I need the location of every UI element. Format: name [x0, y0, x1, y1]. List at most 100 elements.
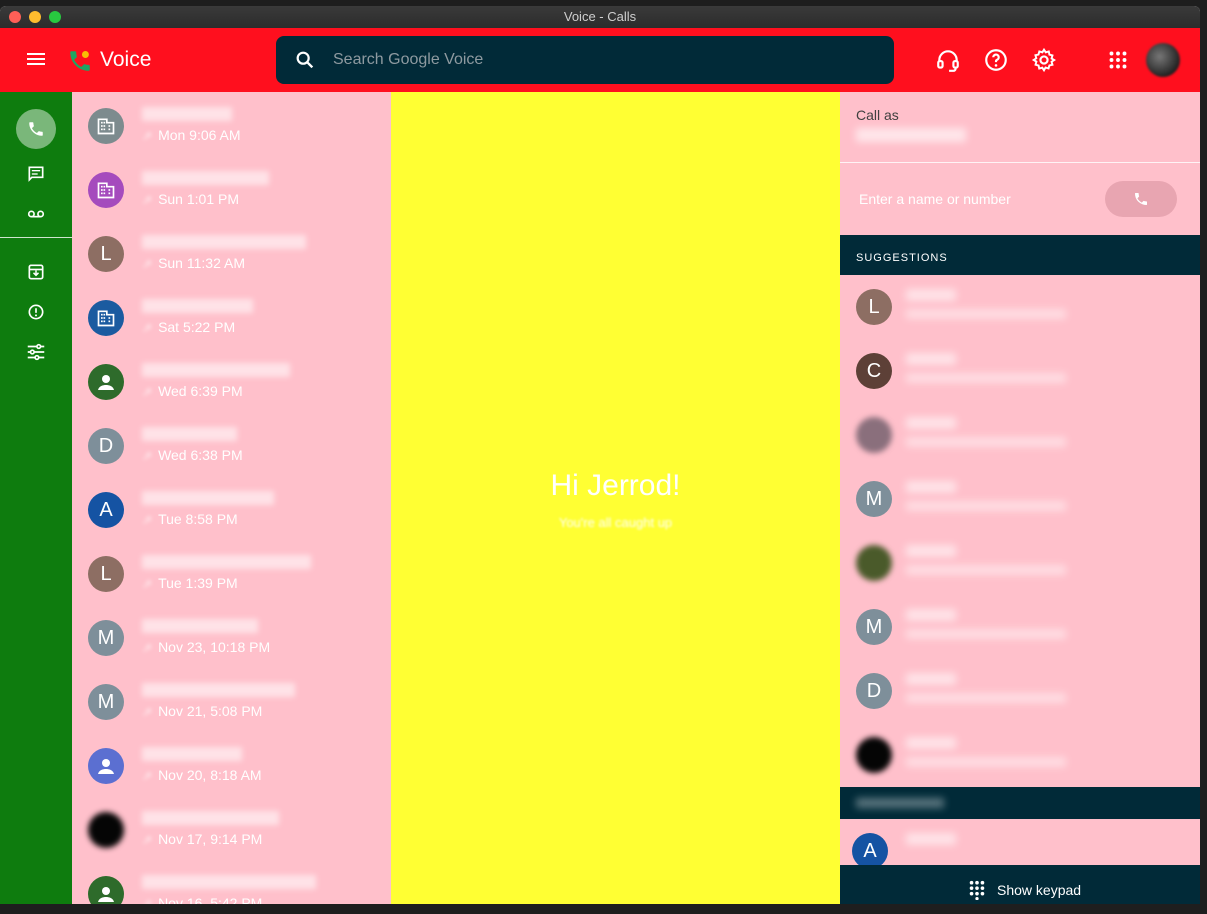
call-row[interactable]: ↗ Nov 17, 9:14 PM — [72, 796, 391, 860]
suggestion-name — [906, 737, 956, 749]
suggestion-row[interactable] — [840, 531, 1200, 595]
call-row[interactable]: D ↗ Wed 6:38 PM — [72, 412, 391, 476]
person-icon — [88, 876, 124, 904]
avatar-letter: M — [856, 481, 892, 517]
tune-icon — [27, 343, 45, 361]
avatar-letter: M — [88, 620, 124, 656]
suggestion-row[interactable] — [840, 723, 1200, 787]
call-row[interactable]: ↗ Mon 9:06 AM — [72, 92, 391, 156]
account-avatar[interactable] — [1146, 43, 1180, 77]
call-time: ↗ Nov 21, 5:08 PM — [142, 703, 262, 719]
call-time-text: Sun 11:32 AM — [158, 255, 245, 271]
minimize-window-button[interactable] — [29, 11, 41, 23]
call-row[interactable]: M ↗ Nov 21, 5:08 PM — [72, 668, 391, 732]
nav-messages[interactable] — [16, 154, 56, 194]
suggestion-name — [906, 545, 956, 557]
call-time: ↗ Wed 6:38 PM — [142, 447, 243, 463]
call-time: ↗ Sat 5:22 PM — [142, 319, 235, 335]
call-direction-icon: ↗ — [142, 321, 153, 335]
window-title: Voice - Calls — [563, 9, 637, 24]
nav-voicemail[interactable] — [16, 194, 56, 234]
suggestion-number — [906, 501, 1066, 511]
call-time: ↗ Tue 8:58 PM — [142, 511, 238, 527]
avatar-letter: A — [852, 833, 888, 869]
apps-icon[interactable] — [1105, 47, 1131, 73]
person-icon — [88, 748, 124, 784]
call-row[interactable]: M ↗ Nov 23, 10:18 PM — [72, 604, 391, 668]
dial-input[interactable]: Enter a name or number — [859, 191, 1011, 207]
dialer-panel: Call as Enter a name or number SUGGESTIO… — [840, 92, 1200, 904]
suggestion-number — [906, 565, 1066, 575]
call-button[interactable] — [1105, 181, 1177, 217]
avatar-letter: D — [88, 428, 124, 464]
call-contact-name — [142, 811, 279, 825]
avatar-letter: D — [856, 673, 892, 709]
call-row[interactable]: ↗ Nov 20, 8:18 AM — [72, 732, 391, 796]
headset-icon[interactable] — [935, 47, 961, 73]
zoom-window-button[interactable] — [49, 11, 61, 23]
avatar-photo — [856, 737, 892, 773]
close-window-button[interactable] — [9, 11, 21, 23]
suggestion-row[interactable]: C — [840, 339, 1200, 403]
call-direction-icon: ↗ — [142, 385, 153, 399]
call-time-text: Nov 16, 5:42 PM — [158, 895, 263, 904]
call-time: ↗ Sun 11:32 AM — [142, 255, 245, 271]
nav-settings[interactable] — [16, 332, 56, 372]
call-direction-icon: ↗ — [142, 193, 153, 207]
call-time-text: Nov 20, 8:18 AM — [158, 767, 262, 783]
avatar-letter: M — [856, 609, 892, 645]
show-keypad-button[interactable]: Show keypad — [840, 865, 1200, 904]
search-input[interactable]: Search Google Voice — [333, 50, 483, 70]
menu-icon[interactable] — [24, 50, 48, 70]
dialpad-icon — [969, 880, 985, 900]
call-direction-icon: ↗ — [142, 705, 153, 719]
suggestion-row[interactable]: L — [840, 275, 1200, 339]
call-row[interactable]: ↗ Nov 16, 5:42 PM — [72, 860, 391, 904]
call-row[interactable]: ↗ Wed 6:39 PM — [72, 348, 391, 412]
call-contact-name — [142, 235, 306, 249]
call-contact-name — [142, 683, 295, 697]
call-row[interactable]: L ↗ Tue 1:39 PM — [72, 540, 391, 604]
call-time: ↗ Nov 23, 10:18 PM — [142, 639, 270, 655]
call-as-number[interactable] — [856, 128, 966, 142]
nav-calls[interactable] — [16, 109, 56, 149]
call-direction-icon: ↗ — [142, 449, 153, 463]
call-as-label: Call as — [856, 107, 899, 123]
spam-icon — [28, 304, 44, 320]
suggestion-row[interactable]: M — [840, 467, 1200, 531]
top-app-bar: Voice Search Google Voice — [0, 28, 1200, 92]
call-contact-name — [142, 107, 232, 121]
person-icon — [88, 364, 124, 400]
title-bar: Voice - Calls — [0, 6, 1200, 28]
call-time-text: Nov 17, 9:14 PM — [158, 831, 263, 847]
suggestion-number — [906, 437, 1066, 447]
settings-icon[interactable] — [1031, 47, 1057, 73]
avatar-letter: L — [88, 236, 124, 272]
suggestion-number — [906, 757, 1066, 767]
call-time: ↗ Nov 16, 5:42 PM — [142, 895, 262, 904]
call-contact-name — [142, 875, 316, 889]
suggestion-row[interactable]: D — [840, 659, 1200, 723]
call-time-text: Wed 6:38 PM — [158, 447, 243, 463]
suggestion-name — [906, 673, 956, 685]
nav-archive[interactable] — [16, 252, 56, 292]
nav-spam[interactable] — [16, 292, 56, 332]
suggestion-row[interactable] — [840, 403, 1200, 467]
call-row[interactable]: ↗ Sat 5:22 PM — [72, 284, 391, 348]
voice-logo-icon — [70, 51, 90, 71]
call-row[interactable]: A ↗ Tue 8:58 PM — [72, 476, 391, 540]
call-time: ↗ Nov 17, 9:14 PM — [142, 831, 262, 847]
call-row[interactable]: L ↗ Sun 11:32 AM — [72, 220, 391, 284]
business-icon — [88, 300, 124, 336]
suggestion-row[interactable]: M — [840, 595, 1200, 659]
avatar-letter: C — [856, 353, 892, 389]
greeting-text: Hi Jerrod! — [550, 469, 681, 502]
avatar-photo — [856, 545, 892, 581]
call-contact-name — [142, 363, 290, 377]
all-contacts-title — [856, 798, 944, 808]
search-bar[interactable]: Search Google Voice — [276, 36, 894, 84]
phone-icon — [29, 122, 43, 136]
search-icon — [296, 51, 314, 69]
help-icon[interactable] — [983, 47, 1009, 73]
call-row[interactable]: ↗ Sun 1:01 PM — [72, 156, 391, 220]
